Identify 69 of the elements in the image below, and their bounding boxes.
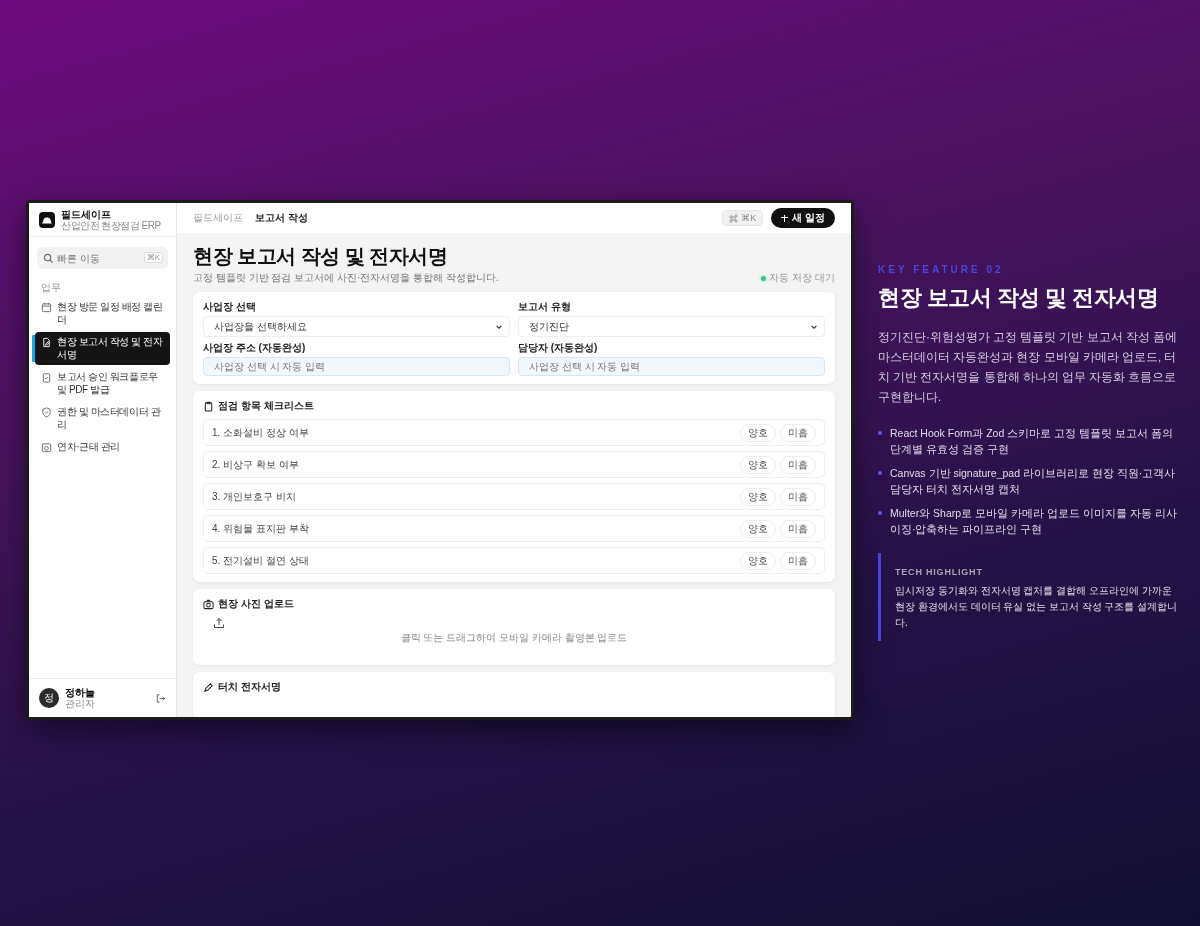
shortcut-hint: ⌘K bbox=[143, 252, 163, 263]
autofill-input-field[interactable]: 사업장 선택 시 자동 입력 bbox=[518, 357, 825, 376]
feature-bullet: Canvas 기반 signature_pad 라이브러리로 현장 직원·고객사 담당자 터치 전자서명 캡처 bbox=[890, 466, 1177, 497]
rating-option-button[interactable]: 미흡 bbox=[780, 423, 816, 442]
field-label: 사업장 선택 bbox=[203, 300, 257, 314]
upload-icon bbox=[213, 617, 225, 629]
bullet-icon bbox=[878, 431, 882, 435]
sidebar-item[interactable]: 보고서 승인 워크플로우 및 PDF 발급 bbox=[35, 367, 170, 400]
command-key-icon bbox=[729, 213, 739, 223]
upload-hint: 클릭 또는 드래그하여 모바일 카메라 촬영본 업로드 bbox=[400, 631, 628, 645]
rating-option-button[interactable]: 양호 bbox=[740, 455, 776, 474]
feature-description: 정기진단·위험성평가 고정 템플릿 기반 보고서 작성 폼에 마스터데이터 자동완성과 현장 모바일 카메라 업로드, 터치 기반 전자서명을 통합해 하나의 업무 자동화 흐름으로 구현합니다. bbox=[878, 330, 1178, 405]
checklist-item-label: 3. 개인보호구 비치 bbox=[212, 489, 296, 504]
checklist-item-label: 5. 전기설비 절연 상태 bbox=[212, 553, 309, 568]
autofill-input-field[interactable]: 사업장 선택 시 자동 입력 bbox=[203, 357, 510, 376]
brand-name: 필드세이프 bbox=[61, 208, 112, 220]
breadcrumb-link[interactable]: 보고서 작성 bbox=[255, 211, 308, 225]
feature-bullet: React Hook Form과 Zod 스키마로 고정 템플릿 보고서 폼의 단계별 유효성 검증 구현 bbox=[890, 426, 1174, 457]
feature-eyebrow: KEY FEATURE 02 bbox=[878, 264, 1005, 275]
brand-subtitle: 산업안전 현장점검 ERP bbox=[61, 219, 161, 231]
rating-option-button[interactable]: 양호 bbox=[740, 551, 776, 570]
search-icon bbox=[43, 252, 54, 264]
dropdown-select[interactable]: 사업장을 선택하세요 bbox=[203, 316, 510, 337]
camera-icon bbox=[203, 598, 214, 610]
autosave-status: 자동 저장 대기 bbox=[761, 271, 835, 285]
section-title: 터치 전자서명 bbox=[218, 680, 281, 694]
calendar-icon bbox=[41, 302, 52, 313]
upload-dropzone[interactable]: 클릭 또는 드래그하여 모바일 카메라 촬영본 업로드 bbox=[203, 617, 825, 657]
field-label: 보고서 유형 bbox=[518, 300, 572, 314]
sidebar-item[interactable]: 현장 보고서 작성 및 전자서명 bbox=[35, 332, 170, 365]
helmet-logo-icon bbox=[39, 211, 55, 228]
rating-option-button[interactable]: 양호 bbox=[740, 423, 776, 442]
checklist-item-label: 1. 소화설비 정상 여부 bbox=[212, 425, 309, 440]
highlight-label: TECH HIGHLIGHT bbox=[895, 567, 983, 577]
user-name: 정하늘 bbox=[65, 687, 96, 698]
shield-check-icon bbox=[41, 407, 52, 418]
section-label: 업무 bbox=[41, 281, 61, 295]
bullet-icon bbox=[878, 511, 882, 515]
bullet-icon bbox=[878, 471, 882, 475]
sidebar-item[interactable]: 현장 방문 일정 배정 캘린더 bbox=[35, 297, 170, 330]
page-subtitle: 고정 템플릿 기반 점검 보고서에 사진·전자서명을 통합해 작성합니다. bbox=[193, 271, 499, 285]
clipboard-icon bbox=[203, 400, 214, 412]
highlight-text: 임시저장 동기화와 전자서명 캡처를 결합해 오프라인에 가까운 현장 환경에서도 데이터 유실 없는 보고서 작성 구조를 설계합니다. bbox=[895, 584, 1178, 630]
rating-option-button[interactable]: 미흡 bbox=[780, 519, 816, 538]
section-title: 현장 사진 업로드 bbox=[218, 597, 294, 611]
feature-bullet: Multer와 Sharp로 모바일 카메라 업로드 이미지를 자동 리사이징·압축하는 파이프라인 구현 bbox=[890, 506, 1178, 537]
field-label: 담당자 (자동완성) bbox=[518, 341, 599, 355]
page-title: 현장 보고서 작성 및 전자서명 bbox=[193, 244, 449, 269]
rating-option-button[interactable]: 미흡 bbox=[780, 487, 816, 506]
user-role: 관리자 bbox=[65, 698, 96, 709]
rating-option-button[interactable]: 양호 bbox=[740, 487, 776, 506]
calendar-clock-icon bbox=[41, 442, 52, 453]
dropdown-select[interactable]: 정기진단 bbox=[518, 316, 825, 337]
sidebar-item[interactable]: 연차·근태 관리 bbox=[35, 437, 170, 458]
checklist-item-label: 4. 위험물 표지판 부착 bbox=[212, 521, 309, 536]
rating-option-button[interactable]: 양호 bbox=[740, 519, 776, 538]
section-title: 점검 항목 체크리스트 bbox=[218, 399, 314, 413]
field-label: 사업장 주소 (자동완성) bbox=[203, 341, 307, 355]
rating-option-button[interactable]: 미흡 bbox=[780, 551, 816, 570]
pen-icon bbox=[203, 681, 214, 693]
checklist-item-label: 2. 비상구 확보 여부 bbox=[212, 457, 299, 472]
document-edit-icon bbox=[41, 337, 52, 348]
sidebar-item[interactable]: 권한 및 마스터데이터 관리 bbox=[35, 402, 170, 435]
rating-option-button[interactable]: 미흡 bbox=[780, 455, 816, 474]
clipboard-check-icon bbox=[41, 372, 52, 383]
logout-icon[interactable] bbox=[155, 692, 166, 704]
feature-title: 현장 보고서 작성 및 전자서명 bbox=[878, 284, 1159, 312]
user-avatar: 정 bbox=[39, 688, 59, 708]
new-schedule-button[interactable]: 새 일정 bbox=[771, 208, 835, 228]
